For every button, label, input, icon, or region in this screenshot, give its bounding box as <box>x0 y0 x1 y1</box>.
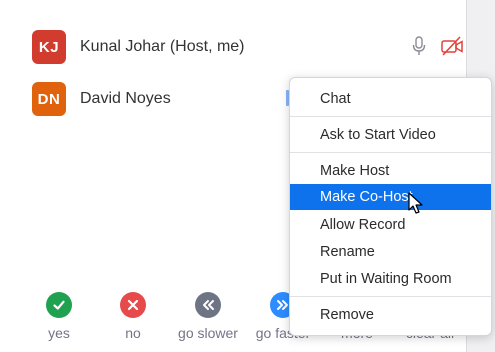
microphone-icon[interactable] <box>412 36 426 61</box>
reaction-go-slower[interactable]: go slower <box>171 292 245 341</box>
menu-item-make-host[interactable]: Make Host <box>290 158 491 184</box>
menu-item-put-in-waiting-room[interactable]: Put in Waiting Room <box>290 266 491 292</box>
participant-name: Kunal Johar (Host, me) <box>80 38 245 55</box>
check-icon <box>46 292 72 318</box>
participant-status-icons <box>412 36 464 61</box>
menu-divider <box>290 116 491 117</box>
reaction-label: no <box>125 325 141 341</box>
reaction-yes[interactable]: yes <box>22 292 96 341</box>
menu-divider <box>290 152 491 153</box>
x-icon <box>120 292 146 318</box>
menu-item-chat[interactable]: Chat <box>290 86 491 112</box>
mouse-pointer-icon <box>408 192 424 221</box>
rewind-icon <box>195 292 221 318</box>
participant-row-kunal[interactable]: KJ Kunal Johar (Host, me) <box>32 30 245 64</box>
reaction-no[interactable]: no <box>96 292 170 341</box>
menu-item-make-co-host[interactable]: Make Co-Host <box>290 184 491 210</box>
avatar: DN <box>32 82 66 116</box>
participant-row-david[interactable]: DN David Noyes <box>32 82 171 116</box>
menu-item-rename[interactable]: Rename <box>290 239 491 265</box>
participant-context-menu: Chat Ask to Start Video Make Host Make C… <box>289 77 492 336</box>
reaction-label: yes <box>48 325 70 341</box>
menu-item-ask-to-start-video[interactable]: Ask to Start Video <box>290 122 491 148</box>
reaction-label: go slower <box>178 325 238 341</box>
video-off-icon[interactable] <box>440 36 464 61</box>
avatar: KJ <box>32 30 66 64</box>
menu-item-remove[interactable]: Remove <box>290 302 491 328</box>
participant-name: David Noyes <box>80 90 171 107</box>
menu-divider <box>290 296 491 297</box>
menu-item-allow-record[interactable]: Allow Record <box>290 212 491 238</box>
